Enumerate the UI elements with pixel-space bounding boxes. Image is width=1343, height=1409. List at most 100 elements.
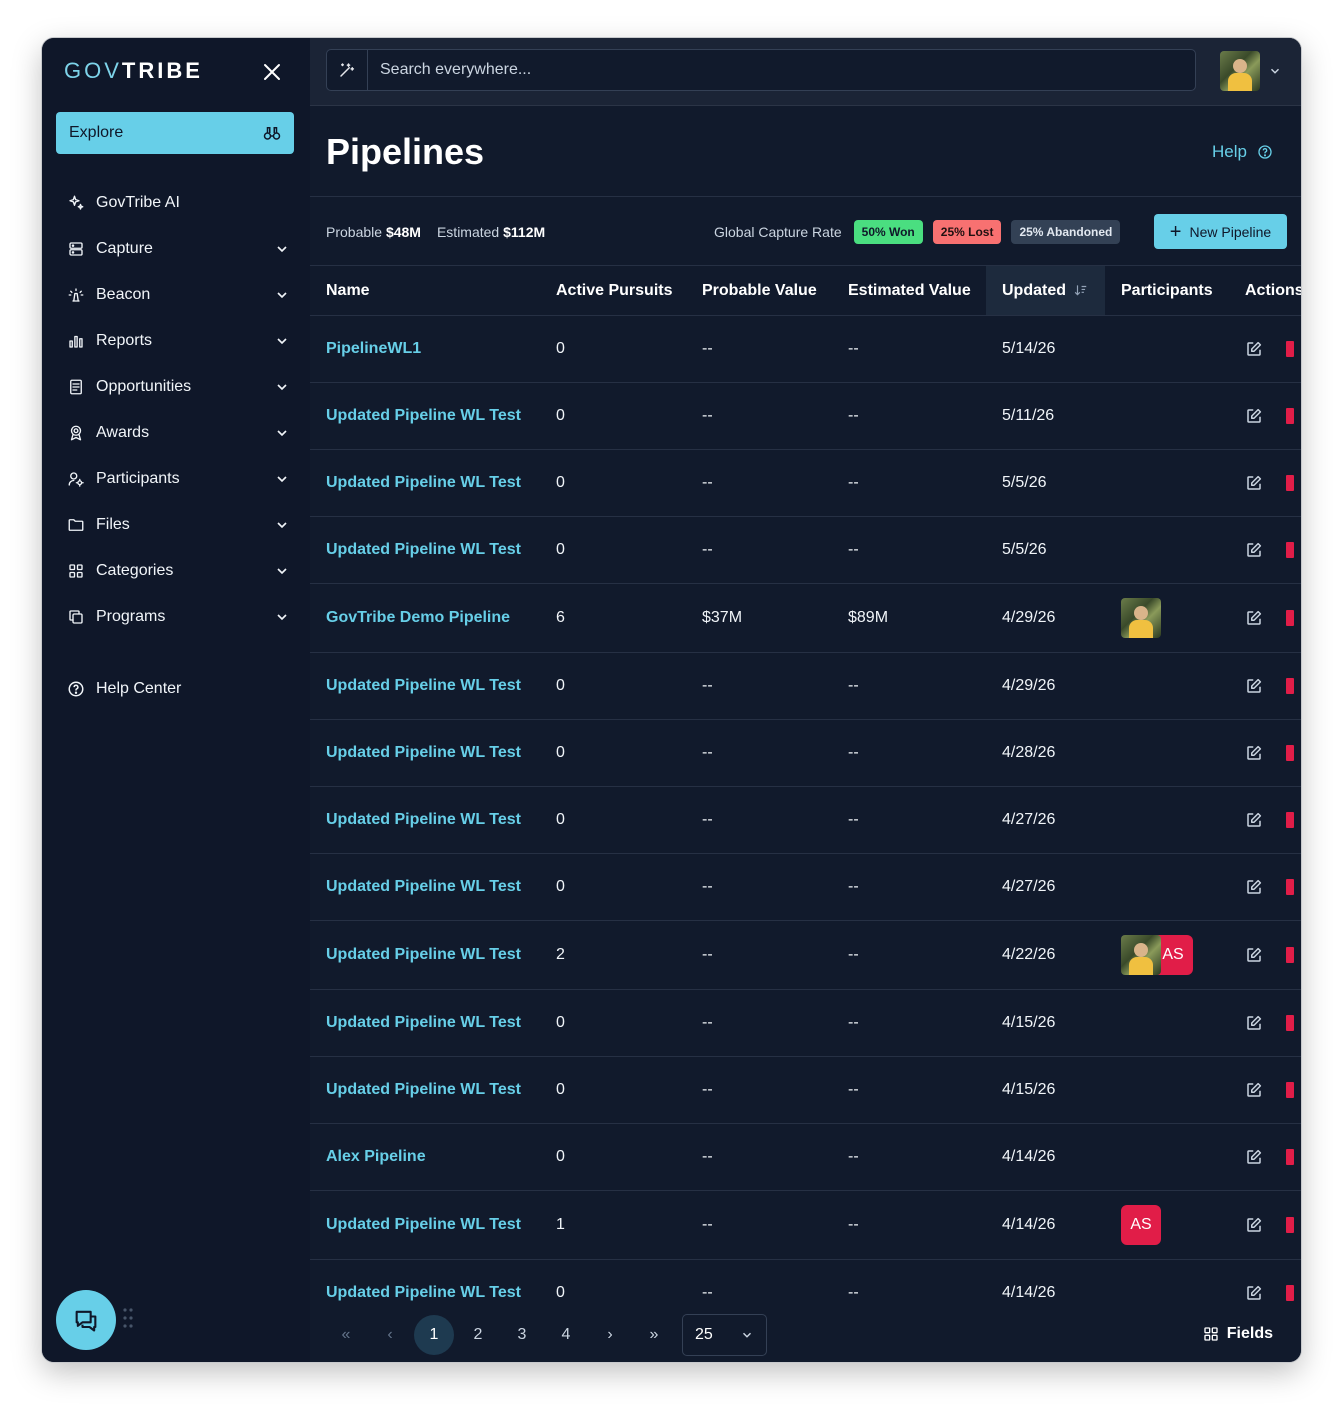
- search-bar[interactable]: [326, 49, 1196, 91]
- table-row[interactable]: Updated Pipeline WL Test 0 -- -- 4/15/26: [310, 1056, 1301, 1124]
- sidebar-item-help-center[interactable]: Help Center: [56, 666, 181, 712]
- column-header-probable-value[interactable]: Probable Value: [686, 266, 832, 316]
- previous-page-button[interactable]: ‹: [370, 1315, 410, 1355]
- table-row[interactable]: Updated Pipeline WL Test 0 -- -- 4/27/26: [310, 853, 1301, 921]
- chevron-down-icon[interactable]: [274, 471, 290, 487]
- delete-icon[interactable]: [1286, 341, 1294, 357]
- pipeline-name-link[interactable]: Updated Pipeline WL Test: [310, 989, 540, 1057]
- chat-button[interactable]: [56, 1290, 116, 1350]
- delete-icon[interactable]: [1286, 408, 1294, 424]
- help-link[interactable]: Help: [1212, 142, 1273, 162]
- edit-icon[interactable]: [1245, 744, 1263, 762]
- sidebar-item-awards[interactable]: Awards: [56, 410, 296, 456]
- participant-avatar[interactable]: [1121, 598, 1161, 638]
- drag-handle-icon[interactable]: [122, 1306, 134, 1330]
- edit-icon[interactable]: [1245, 1148, 1263, 1166]
- edit-icon[interactable]: [1245, 677, 1263, 695]
- chevron-down-icon[interactable]: [274, 287, 290, 303]
- page-button-2[interactable]: 2: [458, 1315, 498, 1355]
- table-row[interactable]: Updated Pipeline WL Test 2 -- -- 4/22/26 AS: [310, 920, 1301, 990]
- sidebar-item-participants[interactable]: Participants: [56, 456, 296, 502]
- table-row[interactable]: Updated Pipeline WL Test 0 -- -- 5/11/26: [310, 382, 1301, 450]
- pipeline-name-link[interactable]: Updated Pipeline WL Test: [310, 1259, 540, 1313]
- pipeline-name-link[interactable]: Updated Pipeline WL Test: [310, 382, 540, 450]
- delete-icon[interactable]: [1286, 1285, 1294, 1301]
- table-row[interactable]: Updated Pipeline WL Test 0 -- -- 4/15/26: [310, 989, 1301, 1057]
- pipeline-name-link[interactable]: Updated Pipeline WL Test: [310, 786, 540, 854]
- delete-icon[interactable]: [1286, 475, 1294, 491]
- participant-initials-avatar[interactable]: AS: [1121, 1205, 1161, 1245]
- delete-icon[interactable]: [1286, 812, 1294, 828]
- chevron-down-icon[interactable]: [274, 379, 290, 395]
- chevron-down-icon[interactable]: [274, 425, 290, 441]
- table-row[interactable]: Updated Pipeline WL Test 0 -- -- 4/27/26: [310, 786, 1301, 854]
- table-row[interactable]: Updated Pipeline WL Test 1 -- -- 4/14/26 AS: [310, 1190, 1301, 1260]
- edit-icon[interactable]: [1245, 340, 1263, 358]
- table-row[interactable]: Updated Pipeline WL Test 0 -- -- 5/5/26: [310, 449, 1301, 517]
- pipeline-name-link[interactable]: Updated Pipeline WL Test: [310, 1190, 540, 1260]
- pipeline-name-link[interactable]: Updated Pipeline WL Test: [310, 1056, 540, 1124]
- pipeline-name-link[interactable]: PipelineWL1: [310, 315, 540, 383]
- chevron-down-icon[interactable]: [274, 333, 290, 349]
- search-input[interactable]: [368, 60, 1195, 80]
- table-row[interactable]: Alex Pipeline 0 -- -- 4/14/26: [310, 1123, 1301, 1191]
- sidebar-item-categories[interactable]: Categories: [56, 548, 296, 594]
- edit-icon[interactable]: [1245, 946, 1263, 964]
- sidebar-item-files[interactable]: Files: [56, 502, 296, 548]
- next-page-button[interactable]: ›: [590, 1315, 630, 1355]
- delete-icon[interactable]: [1286, 879, 1294, 895]
- govtribe-logo[interactable]: GOV TRIBE: [64, 58, 203, 84]
- delete-icon[interactable]: [1286, 1015, 1294, 1031]
- edit-icon[interactable]: [1245, 1081, 1263, 1099]
- last-page-button[interactable]: »: [634, 1315, 674, 1355]
- chevron-down-icon[interactable]: [274, 609, 290, 625]
- column-header-estimated-value[interactable]: Estimated Value: [832, 266, 986, 316]
- column-header-active-pursuits[interactable]: Active Pursuits: [540, 266, 686, 316]
- delete-icon[interactable]: [1286, 542, 1294, 558]
- pipeline-name-link[interactable]: GovTribe Demo Pipeline: [310, 583, 540, 653]
- chevron-down-icon[interactable]: [274, 563, 290, 579]
- sidebar-item-govtribe-ai[interactable]: GovTribe AI: [56, 180, 296, 226]
- sidebar-item-reports[interactable]: Reports: [56, 318, 296, 364]
- delete-icon[interactable]: [1286, 1217, 1294, 1233]
- table-row[interactable]: Updated Pipeline WL Test 0 -- -- 4/28/26: [310, 719, 1301, 787]
- delete-icon[interactable]: [1286, 678, 1294, 694]
- delete-icon[interactable]: [1286, 610, 1294, 626]
- sidebar-item-opportunities[interactable]: Opportunities: [56, 364, 296, 410]
- pipeline-name-link[interactable]: Updated Pipeline WL Test: [310, 652, 540, 720]
- sidebar-item-capture[interactable]: Capture: [56, 226, 296, 272]
- edit-icon[interactable]: [1245, 1216, 1263, 1234]
- edit-icon[interactable]: [1245, 609, 1263, 627]
- magic-wand-icon[interactable]: [327, 50, 368, 90]
- delete-icon[interactable]: [1286, 1082, 1294, 1098]
- column-header-participants[interactable]: Participants: [1105, 266, 1229, 316]
- new-pipeline-button[interactable]: + New Pipeline: [1154, 214, 1287, 249]
- sidebar-item-beacon[interactable]: Beacon: [56, 272, 296, 318]
- explore-button[interactable]: Explore: [56, 112, 294, 154]
- sidebar-item-programs[interactable]: Programs: [56, 594, 296, 640]
- page-button-1[interactable]: 1: [414, 1315, 454, 1355]
- per-page-select[interactable]: 25: [682, 1314, 767, 1356]
- chevron-down-icon[interactable]: [274, 517, 290, 533]
- edit-icon[interactable]: [1245, 541, 1263, 559]
- delete-icon[interactable]: [1286, 1149, 1294, 1165]
- fields-button[interactable]: Fields: [1203, 1325, 1273, 1343]
- edit-icon[interactable]: [1245, 1014, 1263, 1032]
- table-row[interactable]: Updated Pipeline WL Test 0 -- -- 4/29/26: [310, 652, 1301, 720]
- edit-icon[interactable]: [1245, 811, 1263, 829]
- page-button-3[interactable]: 3: [502, 1315, 542, 1355]
- chevron-down-icon[interactable]: [274, 241, 290, 257]
- table-row[interactable]: PipelineWL1 0 -- -- 5/14/26: [310, 315, 1301, 383]
- participant-avatar[interactable]: [1121, 935, 1161, 975]
- pipelines-table-container[interactable]: Name Active Pursuits Probable Value Esti…: [310, 265, 1301, 1313]
- edit-icon[interactable]: [1245, 878, 1263, 896]
- table-row[interactable]: GovTribe Demo Pipeline 6 $37M $89M 4/29/26: [310, 583, 1301, 653]
- close-sidebar-button[interactable]: [260, 60, 284, 84]
- column-header-updated[interactable]: Updated: [986, 266, 1105, 316]
- column-header-name[interactable]: Name: [310, 266, 540, 316]
- pipeline-name-link[interactable]: Updated Pipeline WL Test: [310, 853, 540, 921]
- edit-icon[interactable]: [1245, 407, 1263, 425]
- table-row[interactable]: Updated Pipeline WL Test 0 -- -- 5/5/26: [310, 516, 1301, 584]
- table-row[interactable]: Updated Pipeline WL Test 0 -- -- 4/14/26: [310, 1259, 1301, 1313]
- pipeline-name-link[interactable]: Updated Pipeline WL Test: [310, 719, 540, 787]
